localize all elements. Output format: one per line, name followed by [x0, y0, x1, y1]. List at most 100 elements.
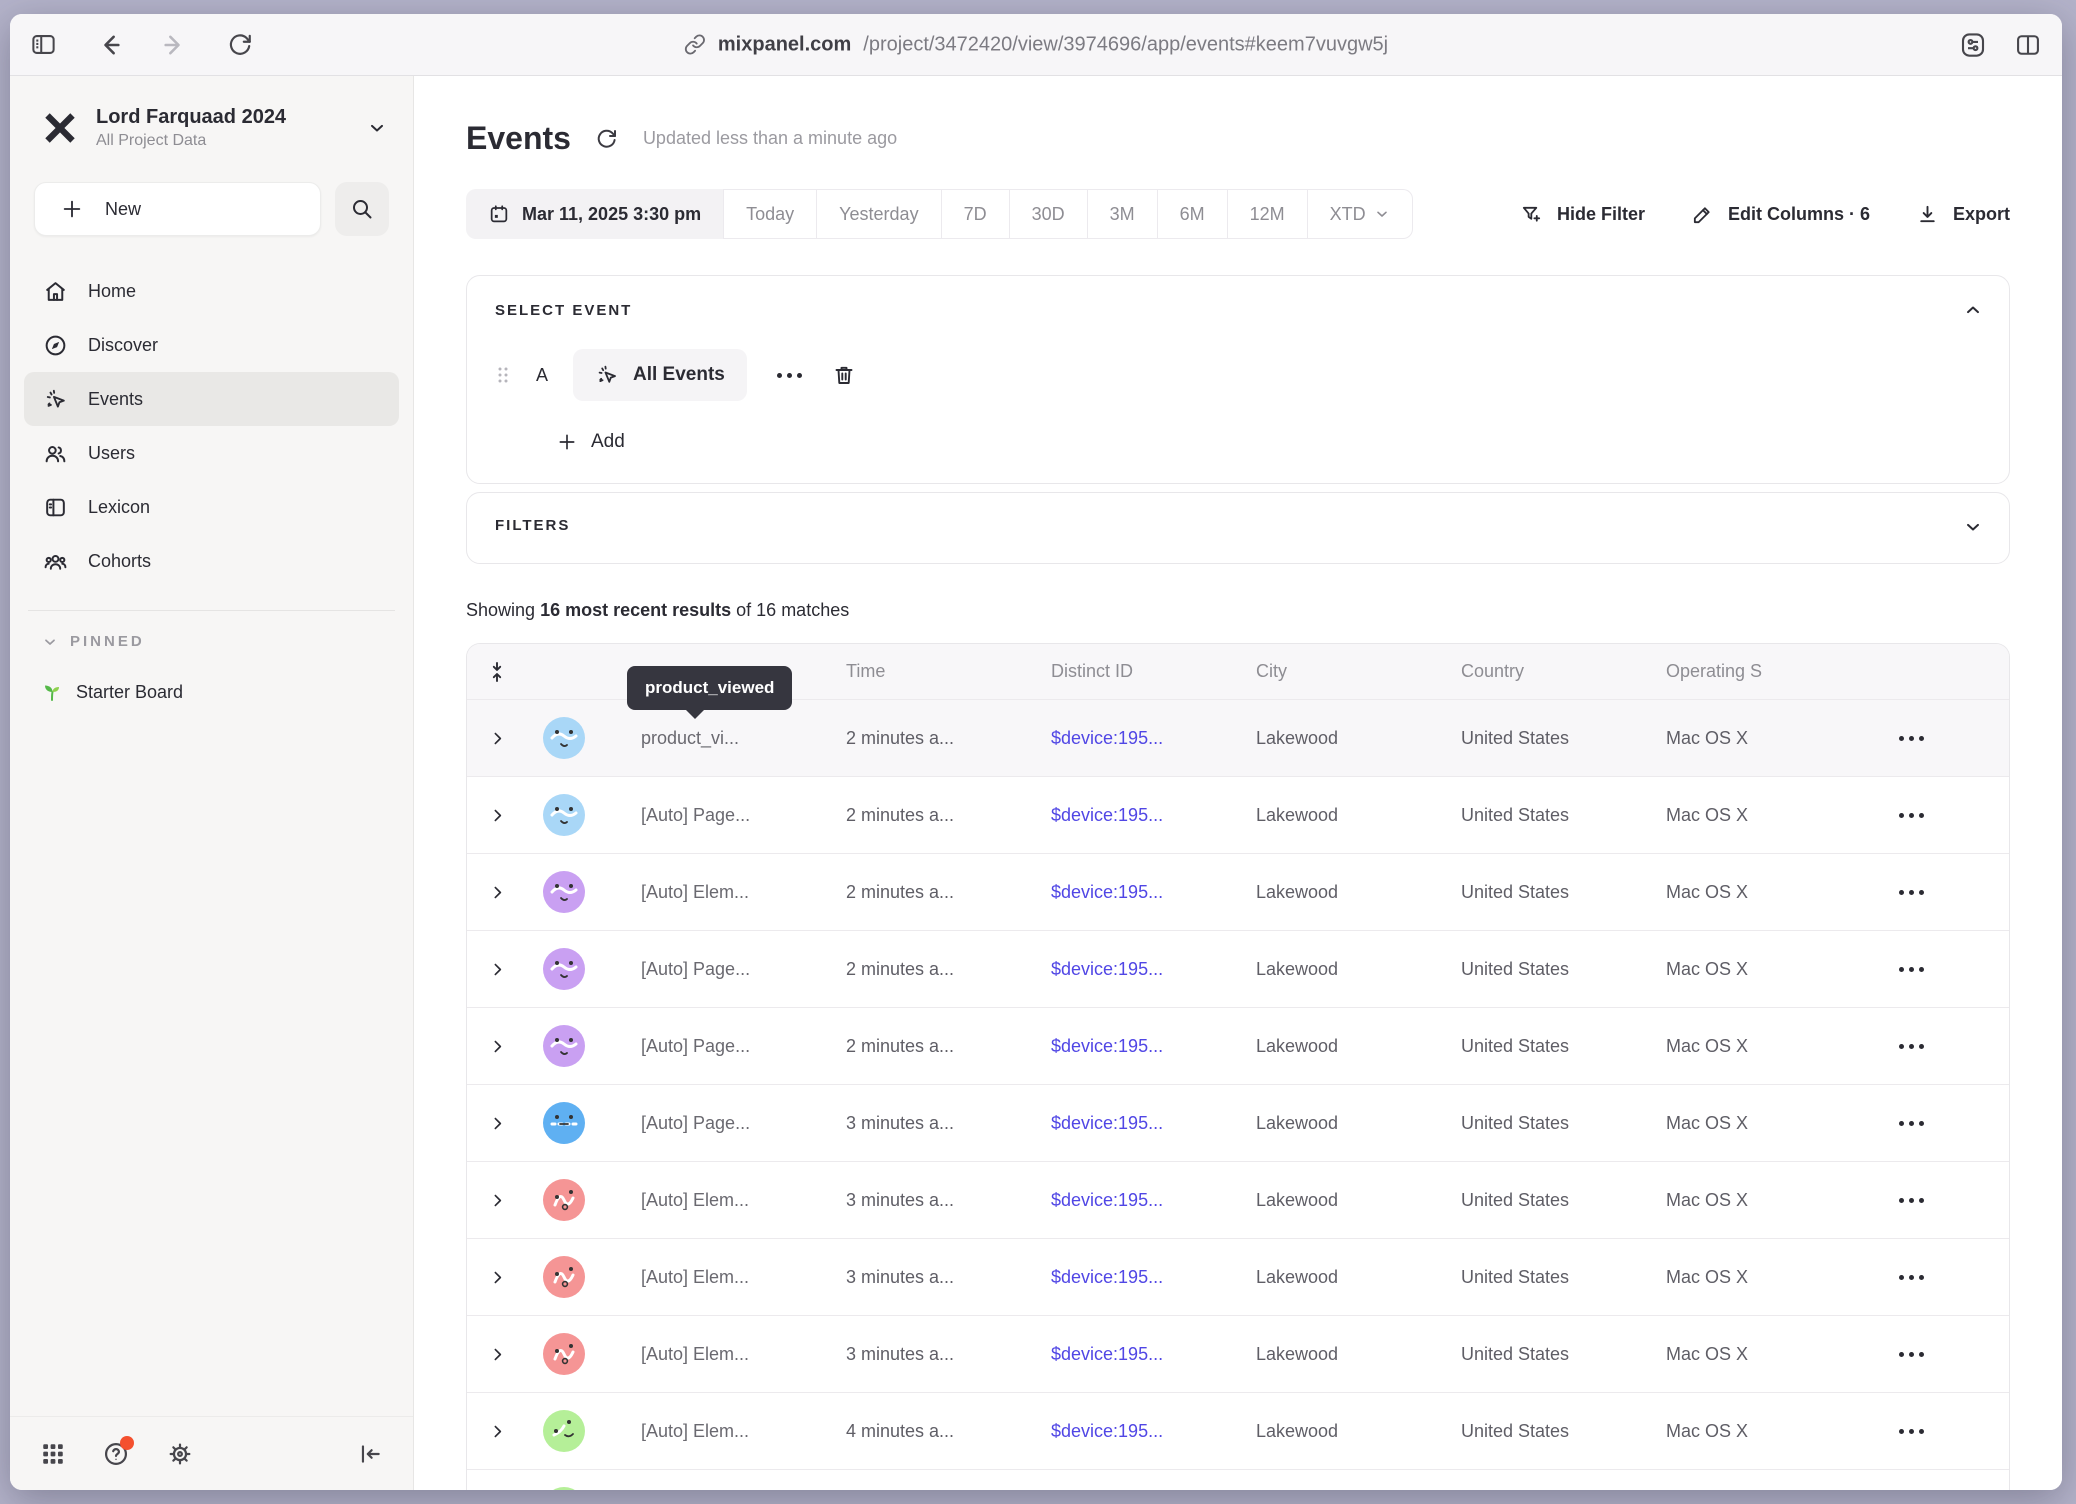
collapse-sidebar-icon[interactable]: [357, 1441, 383, 1467]
range-12m[interactable]: 12M: [1228, 189, 1308, 239]
table-row[interactable]: [Auto] Elem... 3 minutes a... $device:19…: [467, 1239, 2009, 1316]
expand-row-icon[interactable]: [489, 884, 506, 901]
expand-row-icon[interactable]: [489, 961, 506, 978]
distinct-id-link[interactable]: $device:195...: [1051, 1267, 1163, 1287]
expand-row-icon[interactable]: [489, 1269, 506, 1286]
project-scope: All Project Data: [96, 132, 351, 150]
table-row[interactable]: [Auto] Elem... 3 minutes a... $device:19…: [467, 1162, 2009, 1239]
expand-row-icon[interactable]: [489, 1115, 506, 1132]
column-header-time[interactable]: Time: [816, 661, 1021, 682]
table-row[interactable]: [467, 1470, 2009, 1490]
new-button[interactable]: New: [34, 182, 321, 236]
range-yesterday[interactable]: Yesterday: [817, 189, 941, 239]
add-event-button[interactable]: Add: [557, 431, 625, 453]
browser-toolbar: mixpanel.com/project/3472420/view/397469…: [10, 14, 2062, 76]
sidebar-item-home[interactable]: Home: [24, 264, 399, 318]
expand-row-icon[interactable]: [489, 1038, 506, 1055]
sidebar-item-cohorts[interactable]: Cohorts: [24, 534, 399, 588]
trash-icon[interactable]: [832, 363, 856, 387]
row-menu-icon[interactable]: [1891, 890, 1932, 895]
expand-row-icon[interactable]: [489, 1346, 506, 1363]
row-menu-icon[interactable]: [1891, 1352, 1932, 1357]
edit-columns-button[interactable]: Edit Columns · 6: [1691, 203, 1870, 226]
chevron-down-icon[interactable]: [1963, 517, 1983, 537]
row-menu-icon[interactable]: [1891, 1121, 1932, 1126]
distinct-id-link[interactable]: $device:195...: [1051, 728, 1163, 748]
apps-grid-icon[interactable]: [40, 1441, 66, 1467]
search-button[interactable]: [335, 182, 389, 236]
row-menu-icon[interactable]: [1891, 1198, 1932, 1203]
range-3m[interactable]: 3M: [1088, 189, 1158, 239]
hide-filter-button[interactable]: Hide Filter: [1520, 203, 1645, 226]
column-header-city[interactable]: City: [1226, 661, 1431, 682]
page-settings-icon[interactable]: [1958, 30, 1988, 60]
sidebar-item-discover[interactable]: Discover: [24, 318, 399, 372]
event-city: Lakewood: [1226, 1267, 1431, 1288]
row-menu-icon[interactable]: [1891, 736, 1932, 741]
distinct-id-link[interactable]: $device:195...: [1051, 1036, 1163, 1056]
distinct-id-link[interactable]: $device:195...: [1051, 1113, 1163, 1133]
distinct-id-link[interactable]: $device:195...: [1051, 959, 1163, 979]
event-selector[interactable]: All Events: [573, 349, 747, 401]
reload-icon[interactable]: [227, 32, 253, 58]
table-row[interactable]: [Auto] Page... 2 minutes a... $device:19…: [467, 777, 2009, 854]
sidebar: Lord Farquaad 2024 All Project Data New: [10, 76, 414, 1490]
range-today[interactable]: Today: [723, 189, 817, 239]
table-row[interactable]: [Auto] Elem... 2 minutes a... $device:19…: [467, 854, 2009, 931]
distinct-id-link[interactable]: $device:195...: [1051, 1344, 1163, 1364]
distinct-id-link[interactable]: $device:195...: [1051, 1190, 1163, 1210]
back-icon[interactable]: [95, 31, 123, 59]
address-bar[interactable]: mixpanel.com/project/3472420/view/397469…: [684, 33, 1388, 56]
split-view-icon[interactable]: [2014, 31, 2042, 59]
table-row[interactable]: [Auto] Page... 3 minutes a... $device:19…: [467, 1085, 2009, 1162]
table-row[interactable]: [Auto] Elem... 4 minutes a... $device:19…: [467, 1393, 2009, 1470]
range-xtd[interactable]: XTD: [1308, 189, 1413, 239]
distinct-id-link[interactable]: $device:195...: [1051, 805, 1163, 825]
drag-handle-icon[interactable]: [495, 363, 511, 387]
gear-icon[interactable]: [166, 1440, 194, 1468]
sidebar-toggle-icon[interactable]: [30, 31, 57, 58]
range-7d[interactable]: 7D: [942, 189, 1010, 239]
date-button[interactable]: Mar 11, 2025 3:30 pm: [466, 189, 723, 239]
row-menu-icon[interactable]: [1891, 967, 1932, 972]
table-row[interactable]: [Auto] Elem... 3 minutes a... $device:19…: [467, 1316, 2009, 1393]
plus-icon: [557, 432, 577, 452]
event-country: United States: [1431, 1421, 1636, 1442]
range-6m[interactable]: 6M: [1158, 189, 1228, 239]
export-button[interactable]: Export: [1916, 203, 2010, 226]
distinct-id-link[interactable]: $device:195...: [1051, 882, 1163, 902]
calendar-icon: [488, 203, 510, 225]
column-header-os[interactable]: Operating S: [1636, 661, 1841, 682]
expand-row-icon[interactable]: [489, 1192, 506, 1209]
sidebar-item-starter-board[interactable]: Starter Board: [10, 680, 413, 704]
column-header-distinct-id[interactable]: Distinct ID: [1021, 661, 1226, 682]
filter-plus-icon: [1520, 203, 1543, 226]
pinned-section-toggle[interactable]: PINNED: [10, 633, 413, 650]
main-content: Events Updated less than a minute ago Ma…: [414, 76, 2062, 1490]
refresh-icon[interactable]: [595, 127, 619, 151]
row-menu-icon[interactable]: [1891, 1429, 1932, 1434]
event-name: [Auto] Page...: [611, 805, 816, 826]
collapse-rows-icon[interactable]: [487, 661, 507, 683]
expand-row-icon[interactable]: [489, 807, 506, 824]
forward-icon[interactable]: [161, 31, 189, 59]
row-menu-icon[interactable]: [1891, 1275, 1932, 1280]
expand-row-icon[interactable]: [489, 730, 506, 747]
row-menu-icon[interactable]: [1891, 1044, 1932, 1049]
chevron-up-icon[interactable]: [1963, 300, 1983, 320]
column-header-country[interactable]: Country: [1431, 661, 1636, 682]
row-menu-icon[interactable]: [1891, 813, 1932, 818]
expand-row-icon[interactable]: [489, 1423, 506, 1440]
table-row[interactable]: [Auto] Page... 2 minutes a... $device:19…: [467, 931, 2009, 1008]
add-event-label: Add: [591, 431, 625, 453]
sidebar-item-users[interactable]: Users: [24, 426, 399, 480]
distinct-id-link[interactable]: $device:195...: [1051, 1421, 1163, 1441]
sidebar-item-events[interactable]: Events: [24, 372, 399, 426]
table-row[interactable]: [Auto] Page... 2 minutes a... $device:19…: [467, 1008, 2009, 1085]
more-options-icon[interactable]: [769, 373, 810, 378]
project-switcher[interactable]: Lord Farquaad 2024 All Project Data: [10, 106, 413, 150]
range-30d[interactable]: 30D: [1010, 189, 1088, 239]
event-time: 3 minutes a...: [816, 1190, 1021, 1211]
event-name: [Auto] Elem...: [611, 1421, 816, 1442]
sidebar-item-lexicon[interactable]: Lexicon: [24, 480, 399, 534]
